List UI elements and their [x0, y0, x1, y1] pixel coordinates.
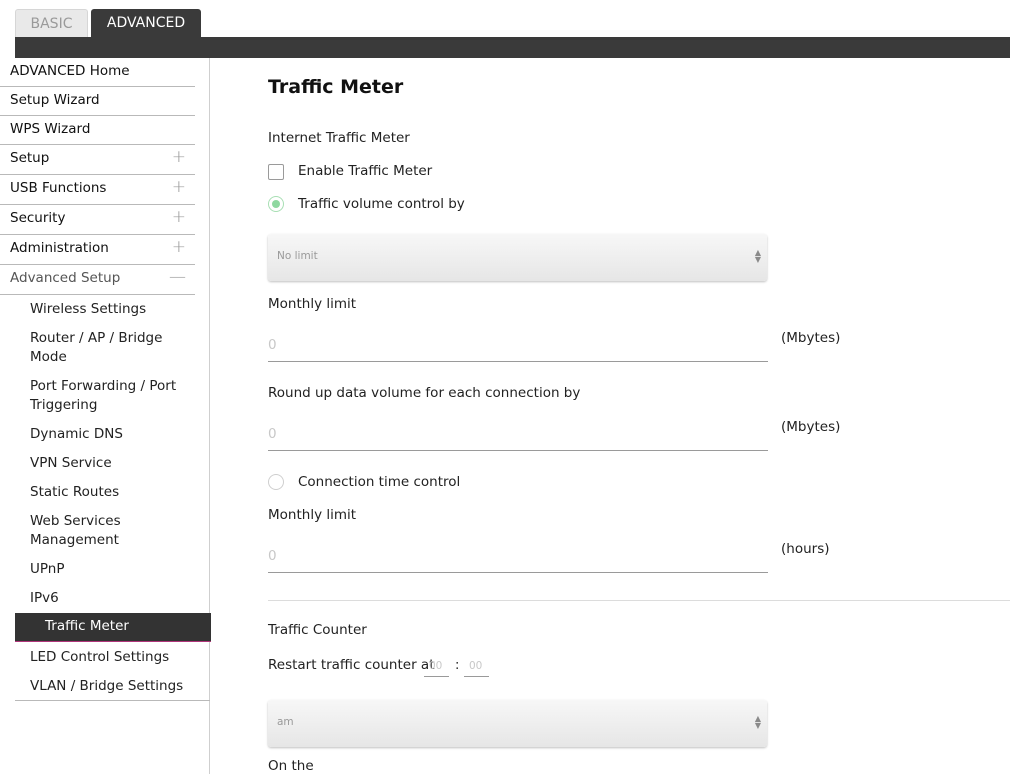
sidebar-item-label: Security — [10, 210, 66, 226]
monthly-limit-input[interactable]: 0 — [268, 332, 768, 362]
sidebar-item-label: USB Functions — [10, 180, 107, 196]
on-the-label: On the — [268, 758, 314, 774]
round-up-unit: (Mbytes) — [781, 419, 841, 435]
select-arrows-icon: ▲ ▼ — [754, 248, 761, 264]
expand-plus-icon[interactable]: + — [172, 237, 186, 257]
sidebar-item-static-routes[interactable]: Static Routes — [30, 483, 119, 502]
sidebar-item-label: Advanced Setup — [10, 270, 121, 286]
enable-traffic-meter-checkbox[interactable] — [268, 164, 284, 180]
tab-advanced[interactable]: ADVANCED — [91, 9, 201, 38]
sidebar-item-dynamic-dns[interactable]: Dynamic DNS — [30, 425, 123, 444]
traffic-volume-control-radio[interactable] — [268, 196, 284, 212]
top-bar — [15, 37, 1010, 58]
internet-traffic-meter-label: Internet Traffic Meter — [268, 130, 410, 146]
sidebar-item-vpn-service[interactable]: VPN Service — [30, 454, 112, 473]
volume-control-select-value: No limit — [277, 250, 318, 262]
section-divider — [268, 600, 1010, 601]
ampm-select[interactable]: am ▲ ▼ — [268, 700, 767, 747]
sidebar-divider — [15, 700, 210, 701]
sidebar-item-upnp[interactable]: UPnP — [30, 560, 64, 579]
sidebar-item-label: Traffic Meter — [45, 618, 129, 634]
sidebar-item-web-services-management[interactable]: Web Services Management — [30, 512, 160, 550]
sidebar-item-label: Setup Wizard — [10, 92, 100, 108]
restart-minute-input[interactable]: 00 — [464, 657, 489, 677]
select-arrows-icon: ▲ ▼ — [754, 714, 761, 730]
sidebar-item-setup[interactable]: Setup + — [0, 145, 195, 175]
ampm-select-value: am — [277, 716, 294, 728]
restart-counter-label: Restart traffic counter at — [268, 657, 435, 673]
page-title: Traffic Meter — [268, 76, 404, 98]
sidebar-item-port-forwarding[interactable]: Port Forwarding / Port Triggering — [30, 377, 190, 415]
sidebar-item-wireless-settings[interactable]: Wireless Settings — [30, 300, 146, 319]
monthly-limit-hours-unit: (hours) — [781, 541, 830, 557]
restart-hour-input[interactable]: 00 — [424, 657, 449, 677]
monthly-limit-unit: (Mbytes) — [781, 330, 841, 346]
restart-minute-value: 00 — [469, 660, 483, 672]
traffic-volume-control-label: Traffic volume control by — [298, 196, 465, 212]
sidebar-item-usb-functions[interactable]: USB Functions + — [0, 175, 195, 205]
monthly-limit-value: 0 — [268, 337, 277, 353]
sidebar-item-advanced-home[interactable]: ADVANCED Home — [0, 58, 195, 87]
sidebar-item-vlan-bridge-settings[interactable]: VLAN / Bridge Settings — [30, 677, 183, 696]
expand-plus-icon[interactable]: + — [172, 177, 186, 197]
monthly-limit-label: Monthly limit — [268, 296, 357, 312]
sidebar-item-traffic-meter[interactable]: Traffic Meter — [15, 613, 211, 642]
restart-hour-value: 00 — [429, 660, 443, 672]
sidebar-item-ipv6[interactable]: IPv6 — [30, 589, 59, 608]
round-up-value: 0 — [268, 426, 277, 442]
sidebar-item-setup-wizard[interactable]: Setup Wizard — [0, 87, 195, 116]
sidebar-item-router-ap-bridge-mode[interactable]: Router / AP / Bridge Mode — [30, 329, 190, 367]
tab-basic[interactable]: BASIC — [15, 9, 88, 38]
sidebar-item-label: WPS Wizard — [10, 121, 91, 137]
monthly-limit-hours-input[interactable]: 0 — [268, 543, 768, 573]
expand-plus-icon[interactable]: + — [172, 207, 186, 227]
sidebar-item-label: ADVANCED Home — [10, 63, 130, 79]
sidebar-item-led-control-settings[interactable]: LED Control Settings — [30, 648, 169, 667]
connection-time-control-label: Connection time control — [298, 474, 461, 490]
volume-control-select[interactable]: No limit ▲ ▼ — [268, 234, 767, 281]
traffic-counter-label: Traffic Counter — [268, 622, 367, 638]
connection-time-control-radio[interactable] — [268, 474, 284, 490]
monthly-limit-hours-label: Monthly limit — [268, 507, 357, 523]
enable-traffic-meter-label: Enable Traffic Meter — [298, 163, 433, 179]
sidebar-item-label: Setup — [10, 150, 50, 166]
sidebar-item-advanced-setup[interactable]: Advanced Setup — — [0, 265, 195, 295]
sidebar-item-security[interactable]: Security + — [0, 205, 195, 235]
expand-plus-icon[interactable]: + — [172, 147, 186, 167]
round-up-label: Round up data volume for each connection… — [268, 385, 581, 401]
collapse-minus-icon[interactable]: — — [169, 267, 186, 287]
time-separator: : — [455, 658, 460, 673]
sidebar-item-administration[interactable]: Administration + — [0, 235, 195, 265]
sidebar-item-wps-wizard[interactable]: WPS Wizard — [0, 116, 195, 145]
monthly-limit-hours-value: 0 — [268, 548, 277, 564]
sidebar-item-label: Administration — [10, 240, 109, 256]
round-up-input[interactable]: 0 — [268, 421, 768, 451]
